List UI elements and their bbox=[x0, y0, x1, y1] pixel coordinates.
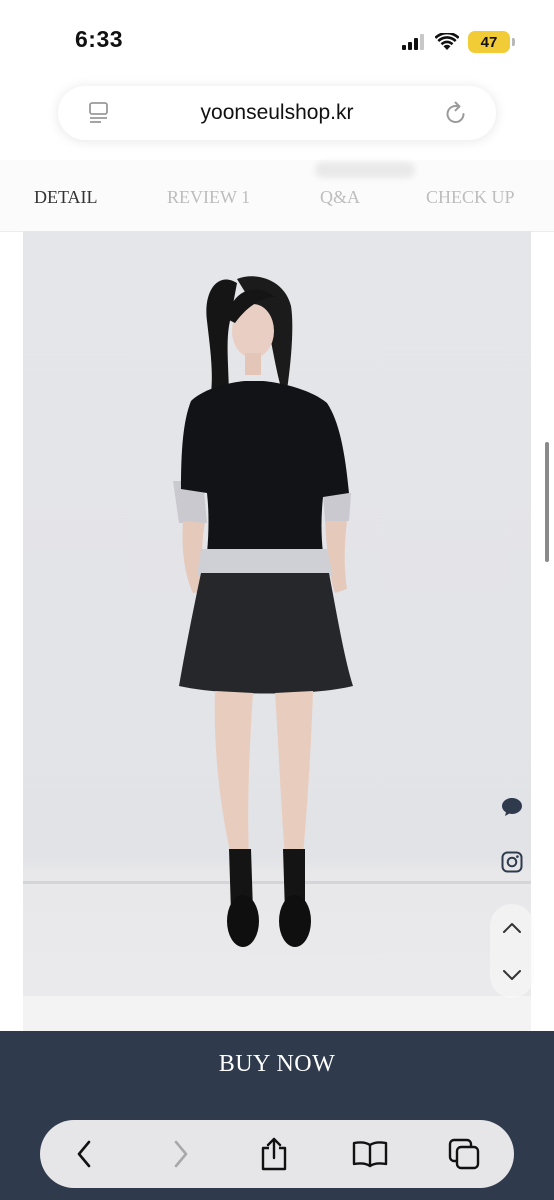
wifi-icon bbox=[435, 33, 459, 50]
tab-detail[interactable]: DETAIL bbox=[34, 187, 98, 208]
scroll-indicator[interactable] bbox=[545, 442, 549, 562]
chat-button[interactable] bbox=[492, 787, 532, 827]
back-button[interactable] bbox=[64, 1134, 104, 1174]
reload-icon[interactable] bbox=[444, 100, 468, 126]
battery-indicator: 47 bbox=[468, 31, 515, 53]
status-bar: 6:33 47 bbox=[0, 0, 554, 80]
status-time: 6:33 bbox=[75, 26, 124, 52]
forward-button[interactable] bbox=[161, 1134, 201, 1174]
tab-review[interactable]: REVIEW 1 bbox=[167, 187, 250, 208]
scroll-up-button[interactable] bbox=[492, 908, 532, 948]
browser-toolbar bbox=[40, 1120, 514, 1188]
photo-bottom-strip bbox=[23, 996, 531, 1031]
forward-chevron-icon bbox=[174, 1140, 188, 1168]
instagram-icon bbox=[501, 851, 523, 873]
tab-qna[interactable]: Q&A bbox=[320, 187, 360, 208]
scroll-down-button[interactable] bbox=[492, 955, 532, 995]
tabs-icon bbox=[448, 1138, 480, 1170]
status-icons: 47 bbox=[402, 30, 515, 54]
scroll-buttons bbox=[490, 904, 534, 998]
instagram-button[interactable] bbox=[492, 842, 532, 882]
chevron-down-icon bbox=[503, 970, 521, 980]
product-tab-bar: DETAIL REVIEW 1 Q&A CHECK UP bbox=[0, 160, 554, 232]
tab-bar-shadow bbox=[315, 162, 415, 178]
product-photo bbox=[23, 231, 531, 996]
buy-now-button[interactable]: BUY NOW bbox=[0, 1051, 554, 1078]
tab-check-up[interactable]: CHECK UP bbox=[426, 187, 515, 208]
model-figure bbox=[173, 276, 353, 947]
tabs-button[interactable] bbox=[444, 1134, 484, 1174]
cellular-signal-icon bbox=[402, 34, 424, 50]
url-text[interactable]: yoonseulshop.kr bbox=[58, 101, 496, 125]
bookmarks-button[interactable] bbox=[350, 1134, 390, 1174]
share-button[interactable] bbox=[254, 1134, 294, 1174]
chevron-up-icon bbox=[503, 923, 521, 933]
url-bar[interactable]: yoonseulshop.kr bbox=[58, 86, 496, 140]
back-chevron-icon bbox=[77, 1140, 91, 1168]
bookmarks-book-icon bbox=[352, 1141, 388, 1168]
chat-bubble-icon bbox=[502, 798, 522, 816]
share-icon bbox=[261, 1137, 287, 1171]
